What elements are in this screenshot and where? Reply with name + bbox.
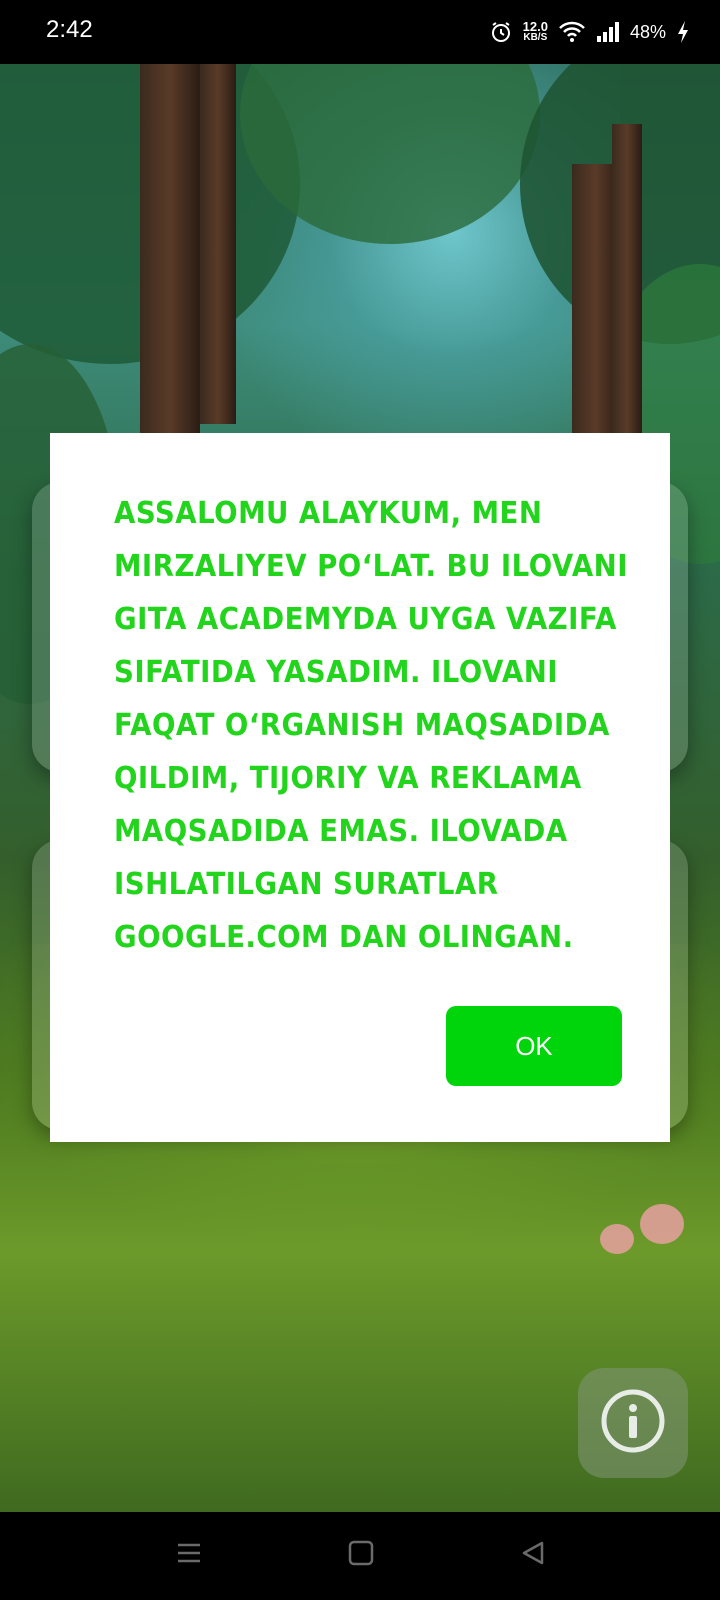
info-button[interactable] — [578, 1368, 688, 1478]
info-icon — [600, 1388, 666, 1458]
signal-icon — [596, 21, 620, 43]
navigation-bar — [0, 1512, 720, 1600]
ok-button[interactable]: OK — [446, 1006, 622, 1086]
wifi-icon — [558, 20, 586, 44]
net-speed-unit: KB/S — [523, 32, 548, 43]
tree-trunk — [140, 64, 200, 444]
menu-icon[interactable] — [176, 1540, 202, 1570]
tree-trunk — [200, 64, 236, 424]
status-time: 2:42 — [46, 16, 93, 43]
status-bar: 2:42 12.0 KB/S 48% — [0, 0, 720, 64]
dialog-message: Assalomu alaykum, men Mirzaliyev Po‘lat.… — [114, 496, 628, 955]
battery-charging-icon — [676, 20, 690, 44]
network-speed: 12.0 KB/S — [523, 20, 548, 43]
home-icon[interactable] — [348, 1540, 374, 1570]
flower — [640, 1204, 684, 1244]
battery-percent: 48% — [629, 21, 666, 42]
flower — [600, 1224, 634, 1254]
status-icons: 12.0 KB/S 48% — [489, 16, 690, 48]
alarm-icon — [489, 20, 513, 44]
info-dialog: Assalomu alaykum, men Mirzaliyev Po‘lat.… — [50, 433, 670, 1142]
back-icon[interactable] — [520, 1540, 546, 1570]
